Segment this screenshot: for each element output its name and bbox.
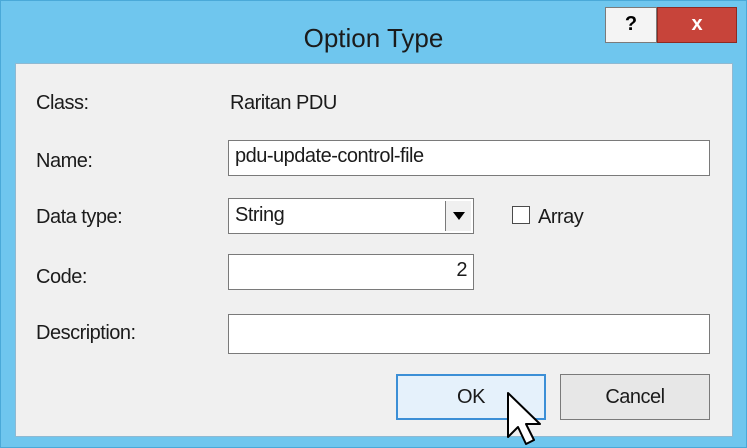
name-input[interactable]: pdu-update-control-file <box>228 140 710 176</box>
array-checkbox[interactable] <box>512 206 530 224</box>
option-type-dialog: Option Type ? x Class: Raritan PDU Name:… <box>0 0 747 448</box>
data-type-label: Data type: <box>36 206 123 228</box>
array-label: Array <box>538 206 584 228</box>
close-button[interactable]: x <box>657 7 737 43</box>
data-type-select[interactable]: String <box>228 198 474 234</box>
code-input[interactable]: 2 <box>228 254 474 290</box>
dialog-body: Class: Raritan PDU Name: pdu-update-cont… <box>15 63 733 437</box>
chevron-down-icon[interactable] <box>445 201 471 231</box>
data-type-value: String <box>235 204 285 226</box>
description-input[interactable] <box>228 314 710 354</box>
class-label: Class: <box>36 92 89 114</box>
title-bar[interactable]: Option Type ? x <box>1 1 746 61</box>
mouse-pointer-icon <box>507 392 541 445</box>
name-label: Name: <box>36 150 93 172</box>
description-label: Description: <box>36 322 136 344</box>
class-value: Raritan PDU <box>230 92 337 114</box>
code-label: Code: <box>36 266 87 288</box>
cancel-button[interactable]: Cancel <box>560 374 710 420</box>
help-button[interactable]: ? <box>605 7 657 43</box>
